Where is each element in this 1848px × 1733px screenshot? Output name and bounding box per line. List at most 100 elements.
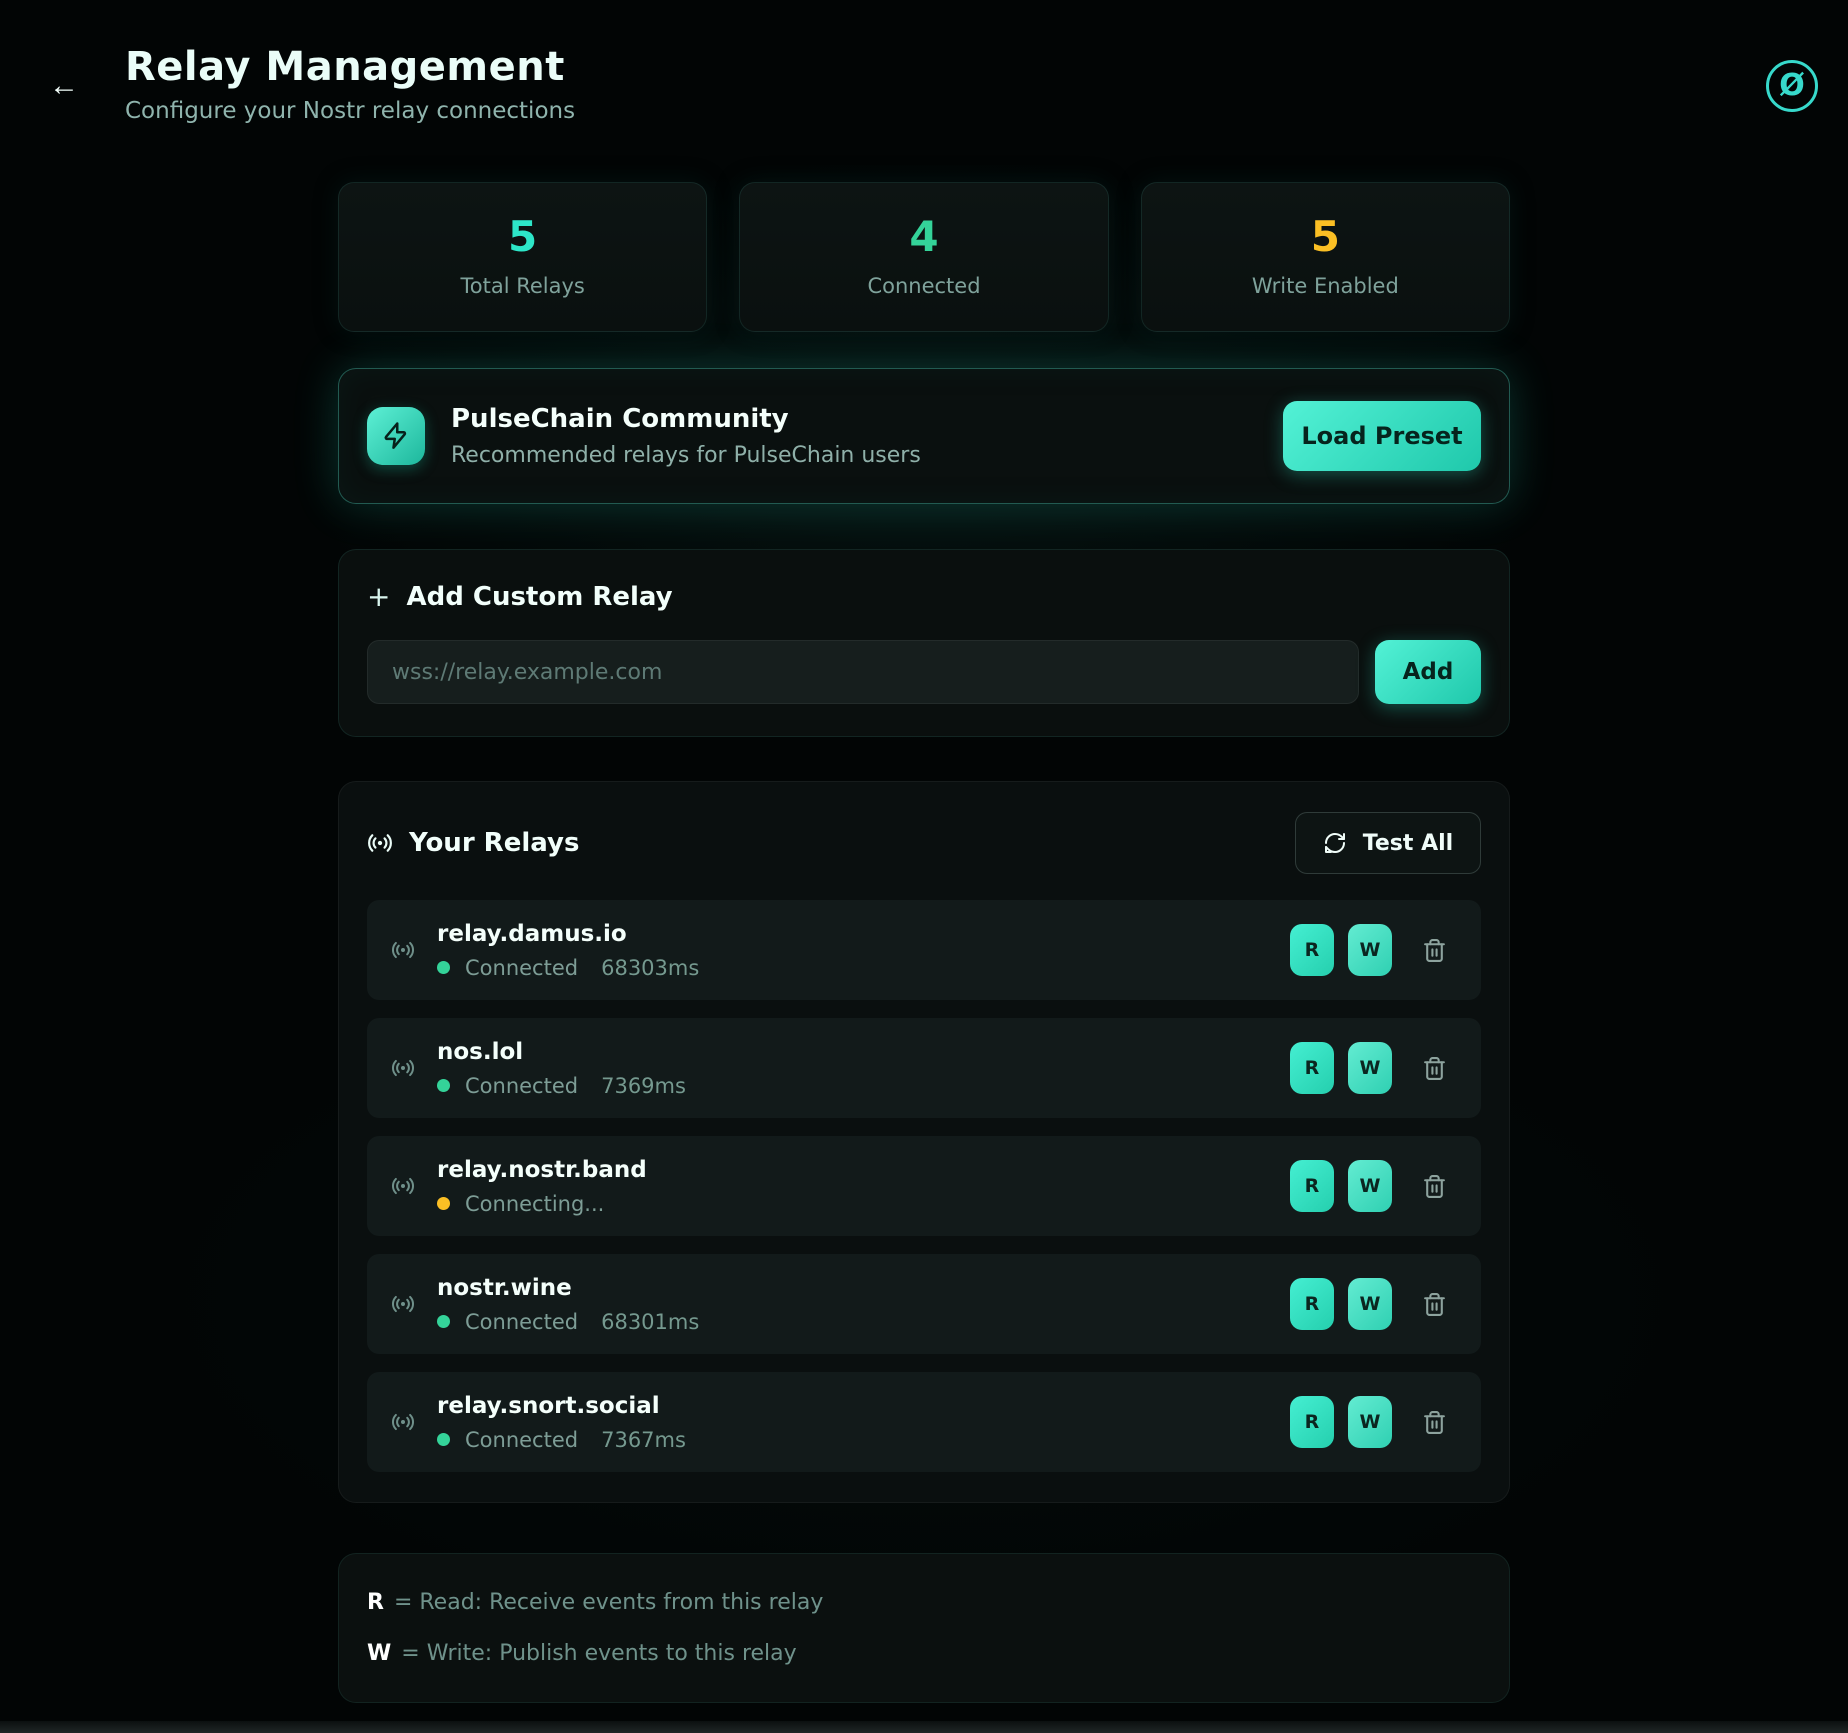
relay-status: Connected xyxy=(465,955,579,980)
status-dot xyxy=(437,1197,450,1210)
add-heading-row: + Add Custom Relay xyxy=(367,582,1481,612)
your-relays-heading: Your Relays xyxy=(409,828,580,858)
preset-description: Recommended relays for PulseChain users xyxy=(451,443,921,468)
relay-row-nostrwine: nostr.wine Connected 68301ms R W xyxy=(367,1254,1481,1354)
relay-info: relay.nostr.band Connecting... xyxy=(437,1157,1290,1216)
relay-info: nos.lol Connected 7369ms xyxy=(437,1039,1290,1098)
relay-name: nos.lol xyxy=(437,1038,524,1065)
refresh-icon xyxy=(1323,831,1347,855)
total-relays-value: 5 xyxy=(508,212,538,261)
legend-read-line: R = Read: Receive events from this relay xyxy=(367,1590,1481,1615)
relay-status: Connected xyxy=(465,1073,579,1098)
relay-latency: 7367ms xyxy=(601,1427,686,1452)
page-subtitle: Configure your Nostr relay connections xyxy=(125,98,576,124)
delete-relay-button[interactable] xyxy=(1422,1410,1447,1435)
write-toggle-button[interactable]: W xyxy=(1348,1042,1392,1094)
status-dot xyxy=(437,1433,450,1446)
relay-latency: 68303ms xyxy=(601,955,700,980)
read-toggle-button[interactable]: R xyxy=(1290,1396,1334,1448)
delete-relay-button[interactable] xyxy=(1422,1292,1447,1317)
relay-status: Connected xyxy=(465,1309,579,1334)
relay-status: Connected xyxy=(465,1427,579,1452)
trash-icon xyxy=(1424,938,1445,962)
broadcast-icon xyxy=(391,1174,415,1198)
relay-row-nostrband: relay.nostr.band Connecting... R W xyxy=(367,1136,1481,1236)
read-toggle-button[interactable]: R xyxy=(1290,1278,1334,1330)
write-toggle-button[interactable]: W xyxy=(1348,1160,1392,1212)
back-button[interactable]: ← xyxy=(44,66,84,106)
stat-card-total-relays: 5 Total Relays xyxy=(338,182,708,332)
relay-latency: 7369ms xyxy=(601,1073,686,1098)
add-custom-relay-heading: Add Custom Relay xyxy=(406,582,673,612)
add-input-row: Add xyxy=(367,640,1481,704)
add-relay-button[interactable]: Add xyxy=(1375,640,1481,704)
broadcast-icon xyxy=(391,1410,415,1434)
trash-icon xyxy=(1424,1174,1445,1198)
broadcast-icon xyxy=(391,1056,415,1080)
trash-icon xyxy=(1424,1292,1445,1316)
broadcast-icon xyxy=(367,830,393,856)
status-dot xyxy=(437,1079,450,1092)
delete-relay-button[interactable] xyxy=(1422,938,1447,963)
connected-value: 4 xyxy=(909,212,939,261)
read-toggle-button[interactable]: R xyxy=(1290,1160,1334,1212)
your-relays-card: Your Relays Test All relay.damus.io Conn… xyxy=(338,781,1510,1503)
broadcast-icon xyxy=(391,1292,415,1316)
status-dot xyxy=(437,1315,450,1328)
legend-write-text: = Write: Publish events to this relay xyxy=(401,1641,797,1666)
relay-row-snort: relay.snort.social Connected 7367ms R W xyxy=(367,1372,1481,1472)
read-toggle-button[interactable]: R xyxy=(1290,924,1334,976)
relay-row-damus: relay.damus.io Connected 68303ms R W xyxy=(367,900,1481,1000)
legend-read-text: = Read: Receive events from this relay xyxy=(393,1590,824,1615)
write-toggle-button[interactable]: W xyxy=(1348,1396,1392,1448)
relay-latency: 68301ms xyxy=(601,1309,700,1334)
write-enabled-value: 5 xyxy=(1310,212,1340,261)
main-content: 5 Total Relays 4 Connected 5 Write Enabl… xyxy=(338,182,1510,1703)
write-toggle-button[interactable]: W xyxy=(1348,1278,1392,1330)
page-title: Relay Management xyxy=(125,44,565,90)
legend-read-key: R xyxy=(367,1590,384,1615)
add-custom-relay-card: + Add Custom Relay Add xyxy=(338,549,1510,737)
stat-card-write-enabled: 5 Write Enabled xyxy=(1140,182,1510,332)
preset-card: PulseChain Community Recommended relays … xyxy=(338,368,1510,504)
trash-icon xyxy=(1424,1410,1445,1434)
total-relays-label: Total Relays xyxy=(460,274,585,298)
stat-card-connected: 4 Connected xyxy=(739,182,1109,332)
test-all-label: Test All xyxy=(1362,830,1454,856)
legend-write-line: W = Write: Publish events to this relay xyxy=(367,1641,1481,1666)
page-header: ← Relay Management Configure your Nostr … xyxy=(0,0,1848,124)
relay-info: nostr.wine Connected 68301ms xyxy=(437,1275,1290,1334)
relay-status: Connecting... xyxy=(465,1191,605,1216)
app-logo-icon: Ø xyxy=(1766,60,1818,112)
write-toggle-button[interactable]: W xyxy=(1348,924,1392,976)
broadcast-icon xyxy=(391,938,415,962)
delete-relay-button[interactable] xyxy=(1422,1056,1447,1081)
relay-name: relay.damus.io xyxy=(437,920,627,947)
relay-info: relay.snort.social Connected 7367ms xyxy=(437,1393,1290,1452)
legend-card: R = Read: Receive events from this relay … xyxy=(338,1553,1510,1703)
plus-icon: + xyxy=(367,580,391,613)
write-enabled-label: Write Enabled xyxy=(1251,274,1399,298)
load-preset-button[interactable]: Load Preset xyxy=(1283,401,1481,471)
relay-info: relay.damus.io Connected 68303ms xyxy=(437,921,1290,980)
preset-texts: PulseChain Community Recommended relays … xyxy=(451,404,1283,468)
relay-name: nostr.wine xyxy=(437,1274,572,1301)
read-toggle-button[interactable]: R xyxy=(1290,1042,1334,1094)
preset-title: PulseChain Community xyxy=(451,404,789,434)
relay-name: relay.nostr.band xyxy=(437,1156,647,1183)
stats-row: 5 Total Relays 4 Connected 5 Write Enabl… xyxy=(338,182,1510,332)
logo-glyph: Ø xyxy=(1779,68,1805,103)
connected-label: Connected xyxy=(867,274,981,298)
relay-url-input[interactable] xyxy=(367,640,1359,704)
bottom-edge-strip xyxy=(0,1721,1848,1733)
delete-relay-button[interactable] xyxy=(1422,1174,1447,1199)
arrow-left-icon: ← xyxy=(49,69,79,102)
trash-icon xyxy=(1424,1056,1445,1080)
relay-list: relay.damus.io Connected 68303ms R W nos… xyxy=(367,900,1481,1472)
test-all-button[interactable]: Test All xyxy=(1295,812,1481,874)
relay-name: relay.snort.social xyxy=(437,1392,660,1419)
legend-write-key: W xyxy=(367,1641,392,1666)
relay-row-noslol: nos.lol Connected 7369ms R W xyxy=(367,1018,1481,1118)
title-block: Relay Management Configure your Nostr re… xyxy=(125,44,1848,124)
your-relays-header: Your Relays Test All xyxy=(367,812,1481,874)
